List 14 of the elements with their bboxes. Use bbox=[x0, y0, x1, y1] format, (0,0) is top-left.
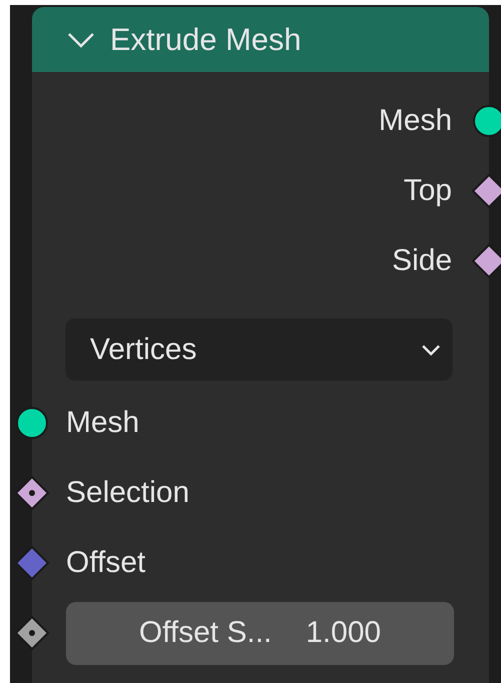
socket-diamond-icon[interactable] bbox=[471, 243, 501, 279]
output-label: Top bbox=[404, 174, 452, 208]
chevron-icon[interactable] bbox=[66, 30, 96, 48]
output-label: Side bbox=[392, 244, 452, 278]
input-label: Mesh bbox=[66, 406, 140, 440]
output-label: Mesh bbox=[378, 104, 452, 138]
socket-diamond-icon[interactable] bbox=[471, 173, 501, 209]
input-label: Offset bbox=[66, 546, 146, 580]
caret-icon bbox=[420, 342, 442, 356]
input-label: Selection bbox=[66, 476, 190, 510]
number-field[interactable]: Offset S... 1.000 bbox=[66, 602, 454, 664]
node-title: Extrude Mesh bbox=[110, 22, 302, 58]
mode-dropdown[interactable]: Vertices bbox=[65, 318, 453, 381]
socket-dotted-diamond-icon[interactable] bbox=[14, 475, 50, 511]
